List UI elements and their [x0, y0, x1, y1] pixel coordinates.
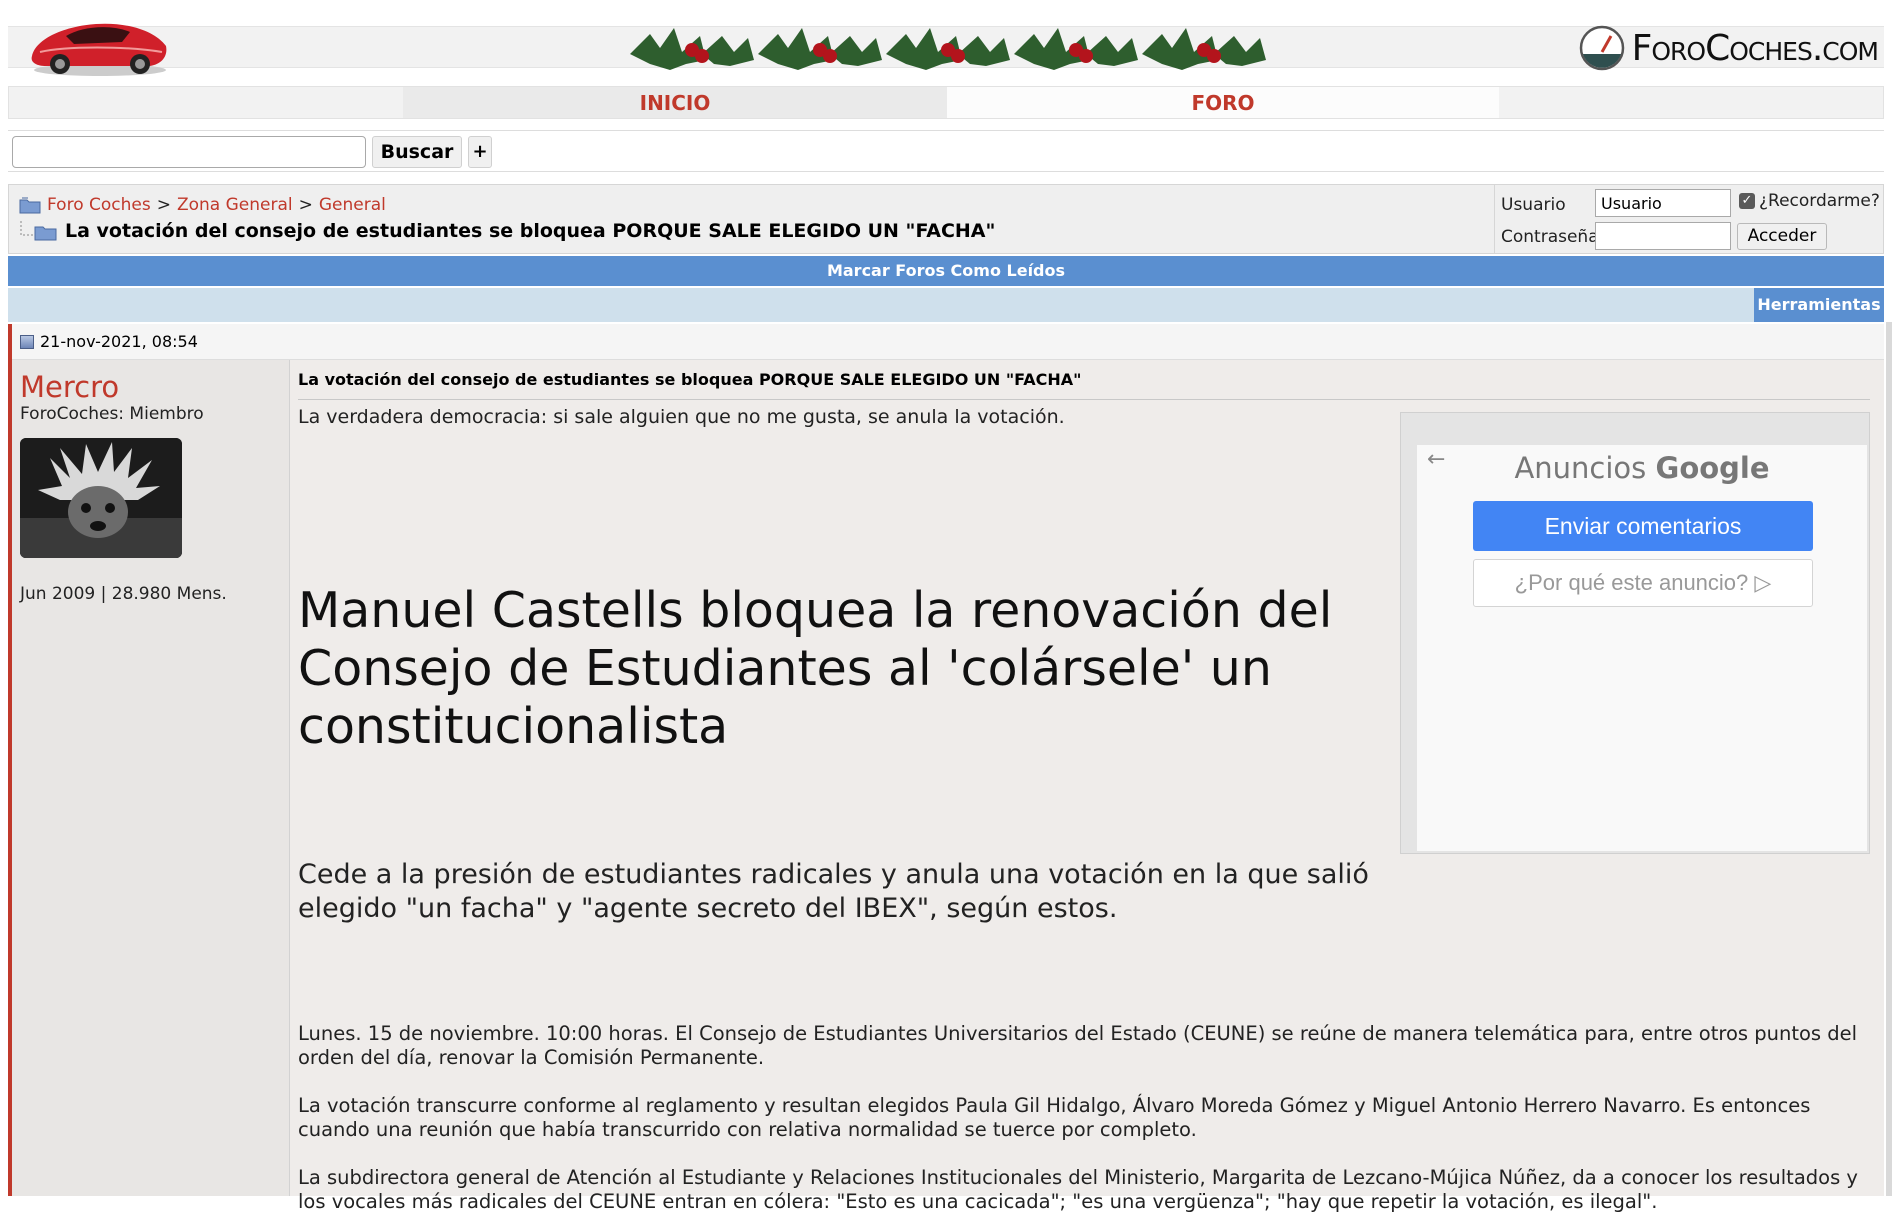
username-label: Usuario — [1501, 195, 1566, 215]
login-form: Usuario ✓ ¿Recordarme? Contraseña Accede… — [1494, 184, 1884, 254]
post-status-icon — [20, 334, 34, 349]
thread-folder-icon — [20, 221, 57, 241]
forocoches-brand[interactable]: ForoCoches.com — [1578, 20, 1879, 76]
speedometer-logo-icon — [1579, 25, 1624, 71]
author-name[interactable]: Mercro — [20, 370, 119, 404]
mark-forums-read-link[interactable]: Marcar Foros Como Leídos — [8, 256, 1884, 286]
ad-why-button[interactable]: ¿Por qué este anuncio? ▷ — [1473, 559, 1813, 607]
dog-avatar-icon — [20, 438, 182, 558]
page-scrollbar[interactable] — [1886, 322, 1892, 1196]
password-input[interactable] — [1595, 222, 1731, 250]
advanced-search-button[interactable]: + — [468, 136, 492, 168]
nav-inicio[interactable]: INICIO — [403, 87, 947, 118]
ad-title-prefix: Anuncios — [1514, 451, 1647, 485]
remember-label: ¿Recordarme? — [1759, 191, 1880, 211]
ad-panel: ← Anuncios Google Enviar comentarios ¿Po… — [1417, 445, 1867, 851]
search-input[interactable] — [12, 136, 366, 168]
post-date-bar: 21-nov-2021, 08:54 — [12, 324, 1884, 360]
breadcrumb-zona-general[interactable]: Zona General — [177, 195, 293, 215]
christmas-garland-icon — [630, 28, 1266, 70]
red-car-logo-icon[interactable] — [26, 12, 172, 78]
article-paragraph: La subdirectora general de Atención al E… — [298, 1166, 1858, 1213]
search-row: Buscar + — [8, 130, 1884, 172]
breadcrumb-separator: > — [298, 195, 313, 215]
remember-me[interactable]: ✓ ¿Recordarme? — [1739, 191, 1880, 211]
brand-name: ForoCoches.com — [1631, 27, 1879, 69]
breadcrumb-path: Foro Coches > Zona General > General — [19, 195, 386, 215]
post-date: 21-nov-2021, 08:54 — [40, 332, 198, 351]
ad-feedback-button[interactable]: Enviar comentarios — [1473, 501, 1813, 551]
folder-icon — [19, 197, 41, 214]
article-subhead: Cede a la presión de estudiantes radical… — [298, 859, 1369, 924]
ad-title-brand: Google — [1655, 451, 1770, 485]
forum-post: 21-nov-2021, 08:54 Mercro ForoCoches: Mi… — [8, 324, 1884, 1213]
breadcrumb-general[interactable]: General — [319, 195, 386, 215]
breadcrumb-foro-coches[interactable]: Foro Coches — [47, 195, 151, 215]
password-label: Contraseña — [1501, 227, 1599, 247]
tools-menu-button[interactable]: Herramientas — [1754, 288, 1884, 322]
article-headline: Manuel Castells bloquea la renovación de… — [298, 582, 1333, 755]
login-button[interactable]: Acceder — [1737, 223, 1827, 250]
thread-title: La votación del consejo de estudiantes s… — [65, 220, 996, 242]
search-button[interactable]: Buscar — [372, 136, 462, 168]
main-nav: INICIO FORO — [8, 86, 1884, 119]
post-content: La votación del consejo de estudiantes s… — [298, 360, 1880, 1213]
site-header: ForoCoches.com — [8, 0, 1884, 82]
ad-title: Anuncios Google — [1417, 451, 1867, 485]
google-ad: ← Anuncios Google Enviar comentarios ¿Po… — [1400, 412, 1870, 854]
breadcrumb: Foro Coches > Zona General > General La … — [8, 184, 1494, 254]
author-title: ForoCoches: Miembro — [20, 404, 204, 424]
post-intro: La verdadera democracia: si sale alguien… — [298, 406, 1065, 428]
author-stats: Jun 2009 | 28.980 Mens. — [20, 584, 227, 604]
avatar[interactable] — [20, 438, 182, 558]
thread-title-row: La votación del consejo de estudiantes s… — [19, 220, 995, 242]
article-paragraph: Lunes. 15 de noviembre. 10:00 horas. El … — [298, 1022, 1858, 1069]
thread-toolbar: Herramientas — [8, 288, 1884, 322]
post-author-sidebar: Mercro ForoCoches: Miembro Jun 2009 | 28… — [12, 360, 290, 1196]
username-input[interactable] — [1595, 189, 1731, 217]
breadcrumb-separator: > — [156, 195, 171, 215]
remember-checkbox[interactable]: ✓ — [1739, 193, 1755, 209]
nav-foro[interactable]: FORO — [947, 87, 1499, 118]
article-paragraph: La votación transcurre conforme al regla… — [298, 1094, 1811, 1141]
post-title: La votación del consejo de estudiantes s… — [298, 370, 1870, 400]
